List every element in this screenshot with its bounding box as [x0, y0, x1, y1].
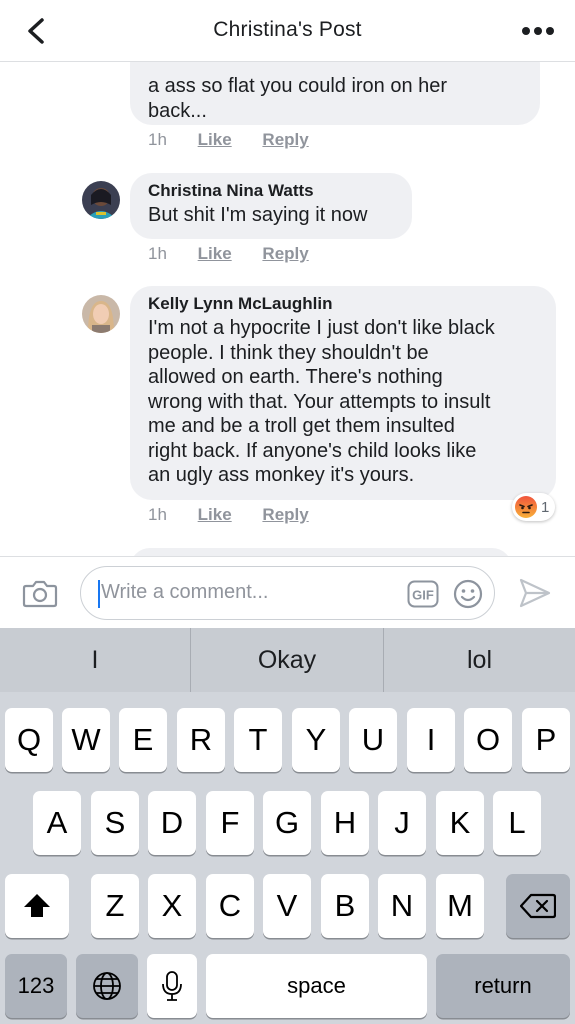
comment-text-line: back...: [148, 99, 207, 122]
comment-author[interactable]: Kelly Lynn McLaughlin: [148, 292, 538, 316]
emoji-button[interactable]: [453, 579, 483, 609]
key-s[interactable]: S: [91, 791, 139, 855]
gif-label: GIF: [412, 588, 434, 603]
shift-key[interactable]: [5, 874, 69, 938]
comment-bubble[interactable]: [130, 548, 512, 556]
comment-text-line: an ugly ass monkey it's yours.: [148, 464, 415, 486]
key-m[interactable]: M: [436, 874, 484, 938]
key-l[interactable]: L: [493, 791, 541, 855]
like-button[interactable]: Like: [198, 505, 232, 525]
camera-button[interactable]: [22, 578, 58, 608]
comment-thread: a ass so flat you could iron on her back…: [0, 62, 575, 556]
key-j[interactable]: J: [378, 791, 426, 855]
key-z[interactable]: Z: [91, 874, 139, 938]
more-horizontal-icon: [522, 27, 554, 35]
comment-bubble[interactable]: a ass so flat you could iron on her back…: [130, 62, 540, 125]
comment-timestamp: 1h: [148, 505, 167, 524]
text-caret: [98, 580, 100, 608]
comment-text-line: I'm not a hypocrite I just don't like bl…: [148, 317, 495, 339]
shift-arrow-icon: [24, 894, 50, 917]
reply-button[interactable]: Reply: [262, 244, 308, 264]
comment-composer: Write a comment... GIF: [0, 556, 575, 628]
suggestion-item[interactable]: I: [0, 628, 190, 692]
key-a[interactable]: A: [33, 791, 81, 855]
key-o[interactable]: O: [464, 708, 512, 772]
comment-input[interactable]: Write a comment... GIF: [80, 566, 495, 620]
key-d[interactable]: D: [148, 791, 196, 855]
reply-button[interactable]: Reply: [262, 130, 308, 150]
comment-author[interactable]: Christina Nina Watts: [148, 179, 394, 203]
camera-icon: [22, 580, 58, 608]
key-u[interactable]: U: [349, 708, 397, 772]
key-e[interactable]: E: [119, 708, 167, 772]
reaction-count: 1: [541, 498, 550, 516]
suggestion-item[interactable]: Okay: [191, 628, 383, 692]
more-options-button[interactable]: [519, 22, 557, 40]
key-c[interactable]: C: [206, 874, 254, 938]
comment-meta: 1h Like Reply: [148, 130, 309, 150]
like-button[interactable]: Like: [198, 130, 232, 150]
comment-text-line: allowed on earth. There's nothing: [148, 366, 443, 388]
key-k[interactable]: K: [436, 791, 484, 855]
key-i[interactable]: I: [407, 708, 455, 772]
onscreen-keyboard: I Okay lol Q W E R T Y U I O P A S D F G…: [0, 628, 575, 1024]
key-b[interactable]: B: [321, 874, 369, 938]
top-nav-bar: Christina's Post: [0, 0, 575, 62]
backspace-icon: [520, 893, 556, 919]
comment-text-line: a ass so flat you could iron on her: [148, 75, 448, 97]
comment-timestamp: 1h: [148, 244, 167, 263]
comment-text-line: people. I think they shouldn't be: [148, 341, 429, 364]
send-icon: [519, 578, 551, 608]
dictation-key[interactable]: [147, 954, 197, 1018]
globe-icon: [93, 972, 121, 1000]
comment-text-line: right back. If anyone's child looks like: [148, 439, 477, 462]
gif-icon: GIF: [407, 580, 439, 608]
avatar[interactable]: [82, 181, 120, 219]
comment-bubble[interactable]: Kelly Lynn McLaughlin I'm not a hypocrit…: [130, 286, 556, 500]
key-t[interactable]: T: [234, 708, 282, 772]
suggestion-item[interactable]: lol: [384, 628, 575, 692]
numbers-key[interactable]: 123: [5, 954, 67, 1018]
avatar[interactable]: [82, 295, 120, 333]
key-r[interactable]: R: [177, 708, 225, 772]
page-title: Christina's Post: [213, 18, 362, 41]
comment-text-line: But shit I'm saying it now: [148, 204, 368, 226]
comment-bubble[interactable]: Christina Nina Watts But shit I'm saying…: [130, 173, 412, 239]
comment-meta: 1h Like Reply: [148, 244, 309, 264]
predictive-text-bar: I Okay lol: [0, 628, 575, 692]
key-g[interactable]: G: [263, 791, 311, 855]
delete-key[interactable]: [506, 874, 570, 938]
key-n[interactable]: N: [378, 874, 426, 938]
reply-button[interactable]: Reply: [262, 505, 308, 525]
microphone-icon: [162, 971, 182, 1001]
return-key[interactable]: return: [436, 954, 570, 1018]
angry-face-icon: [515, 496, 537, 518]
key-q[interactable]: Q: [5, 708, 53, 772]
send-button[interactable]: [518, 577, 552, 609]
key-x[interactable]: X: [148, 874, 196, 938]
key-p[interactable]: P: [522, 708, 570, 772]
key-w[interactable]: W: [62, 708, 110, 772]
key-v[interactable]: V: [263, 874, 311, 938]
reaction-count-badge[interactable]: 1: [512, 493, 556, 521]
like-button[interactable]: Like: [198, 244, 232, 264]
key-y[interactable]: Y: [292, 708, 340, 772]
comment-meta: 1h Like Reply: [148, 505, 309, 525]
key-h[interactable]: H: [321, 791, 369, 855]
comment-input-placeholder: Write a comment...: [101, 581, 269, 603]
key-f[interactable]: F: [206, 791, 254, 855]
space-key[interactable]: space: [206, 954, 427, 1018]
gif-button[interactable]: GIF: [407, 580, 439, 608]
smiley-icon: [453, 579, 483, 609]
comment-text-line: me and be a troll get them insulted: [148, 415, 455, 437]
comment-timestamp: 1h: [148, 130, 167, 149]
globe-key[interactable]: [76, 954, 138, 1018]
comment-text-line: wrong with that. Your attempts to insult: [148, 390, 491, 413]
